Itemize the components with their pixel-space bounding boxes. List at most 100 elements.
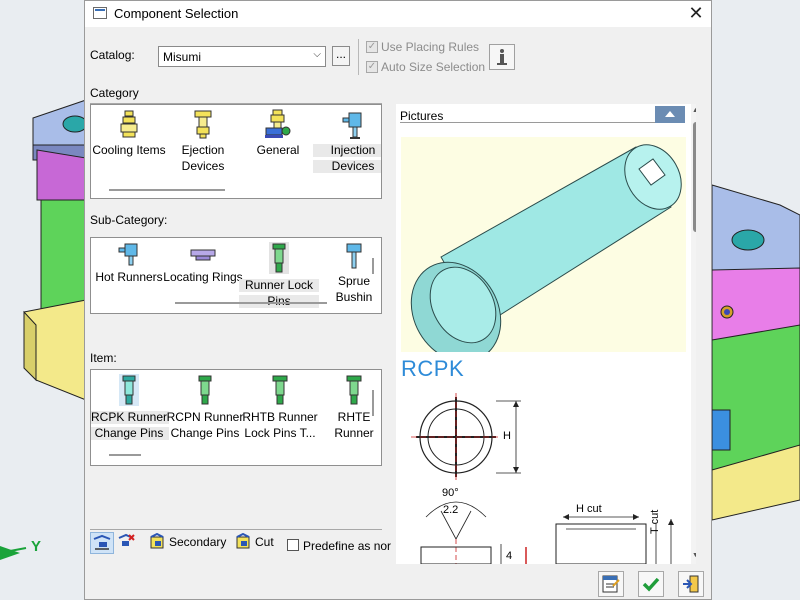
tile-label: Runner Lock [239,279,319,292]
scroll-up-icon[interactable]: ▲ [692,107,696,114]
separator [90,529,382,530]
exit-icon [683,575,699,593]
tile-label: Lock Pins T... [244,426,316,440]
catalog-dropdown[interactable]: Misumi ⌵ [158,46,326,67]
tile-label: Change Pins [91,427,169,440]
rhte-pin-icon [346,375,362,405]
tile-label: Change Pins [170,426,240,440]
horizontal-scrollbar[interactable] [109,454,141,456]
auto-size-selection-checkbox[interactable]: ✓ [366,61,378,73]
item-rhtb-runner-lock-pins[interactable]: RHTB Runner Lock Pins T... [240,374,320,440]
info-icon [497,49,507,65]
checkmark-icon [642,577,660,592]
tile-label: General [256,143,300,157]
item-list[interactable]: RCPK Runner Change Pins RCPN Runner Chan… [90,369,382,466]
info-button[interactable] [489,44,515,70]
item-rcpn-runner-change-pins[interactable]: RCPN Runner Change Pins [165,374,245,440]
item-rcpk-runner-change-pins[interactable]: RCPK Runner Change Pins [90,374,169,440]
tile-label: Ejection [181,143,225,157]
tile-label: Devices [313,160,381,173]
chevron-down-icon: ⌵ [313,49,321,60]
auto-size-selection-label: Auto Size Selection [381,60,486,74]
catalog-value: Misumi [163,50,201,64]
window-icon [93,7,107,19]
item-label: Item: [90,351,117,365]
secondary-label: Secondary [169,535,227,549]
ok-button[interactable] [638,571,664,597]
injection-devices-icon [342,112,362,139]
general-icon [265,109,291,138]
cooling-items-icon [120,110,138,138]
use-placing-rules-checkbox[interactable]: ✓ [366,41,378,53]
exit-button[interactable] [678,571,704,597]
dim-t-cut: T cut [649,509,661,534]
axis-y-label: Y [31,538,42,555]
sub-category-item-locating-rings[interactable]: Locating Rings [163,242,243,287]
horizontal-scrollbar[interactable] [175,302,327,304]
tile-label: Cooling Items [92,143,166,157]
runner-lock-pins-icon [269,242,289,274]
predefine-label: Predefine as nor [303,539,392,553]
part-3d-preview [401,137,686,352]
component-selection-dialog: Component Selection ✕ Catalog: Misumi ⌵ … [84,0,712,600]
pictures-panel: Pictures RCPK H 90° 2.2 H cut T cut 4 ▲ … [396,104,696,564]
collapse-button[interactable] [655,106,685,123]
category-item-cooling-items[interactable]: Cooling Items [91,109,169,160]
cut-label: Cut [255,535,274,549]
category-item-injection-devices[interactable]: Injection Devices [313,109,381,173]
sub-category-item-hot-runners[interactable]: Hot Runners [91,242,169,287]
tile-label: Devices [181,159,225,173]
vertical-scrollbar[interactable] [372,390,374,416]
horizontal-scrollbar[interactable] [109,189,225,191]
secondary-button[interactable]: Secondary [147,532,227,554]
separator [400,122,655,123]
part-technical-drawing [411,393,674,564]
cut-button[interactable]: Cut [233,532,279,554]
title-bar[interactable]: Component Selection ✕ [85,1,711,27]
tile-label: Sprue [337,274,371,288]
predefine-checkbox[interactable] [287,539,299,551]
pictures-label: Pictures [400,109,444,123]
sprue-bushing-icon [346,243,362,269]
tile-label: Injection [313,144,381,157]
rhtb-pin-icon [272,375,288,405]
vertical-scrollbar[interactable] [372,258,374,274]
category-list[interactable]: Cooling Items Ejection Devices General I… [90,104,382,199]
secondary-mode-toggle-button[interactable] [116,532,138,554]
rcpk-pin-icon [119,374,139,406]
properties-button[interactable] [598,571,624,597]
tile-label: Locating Rings [163,270,243,284]
sub-category-list[interactable]: Hot Runners Locating Rings Runner Lock P… [90,237,382,314]
catalog-browse-button[interactable]: ... [332,46,350,66]
sub-category-label: Sub-Category: [90,213,168,227]
dim-angle: 90° [442,487,459,499]
category-item-general[interactable]: General [238,109,318,160]
tile-label: RCPN Runner [166,410,244,424]
secondary-mode-icon [118,533,135,546]
pictures-header: Pictures [396,104,686,124]
window-title: Component Selection [114,6,239,21]
tile-label: RHTB Runner [242,410,318,424]
dim-h-cut: H cut [576,503,602,515]
primary-mode-button[interactable] [90,532,114,554]
locating-rings-icon [190,249,216,261]
hot-runners-icon [118,243,138,266]
scroll-thumb[interactable] [693,122,696,232]
dim-width: 2.2 [443,504,459,516]
category-item-ejection-devices[interactable]: Ejection Devices [163,109,243,173]
close-icon[interactable]: ✕ [681,1,711,27]
tile-label: RCPK Runner [90,410,169,424]
scroll-down-icon[interactable]: ▼ [692,552,696,559]
dim-h: H [503,430,511,442]
rcpn-pin-icon [198,375,212,405]
sub-category-item-runner-lock-pins[interactable]: Runner Lock Pins [239,242,319,308]
pictures-scrollbar[interactable]: ▲ ▼ [691,104,696,564]
part-name: RCPK [401,356,465,381]
use-placing-rules-label: Use Placing Rules [381,40,480,54]
catalog-label: Catalog: [90,48,135,62]
category-label: Category [90,86,139,100]
tile-label: Hot Runners [95,270,163,284]
dim-four: 4 [506,550,513,562]
secondary-icon [150,533,164,549]
cut-icon [236,533,250,549]
